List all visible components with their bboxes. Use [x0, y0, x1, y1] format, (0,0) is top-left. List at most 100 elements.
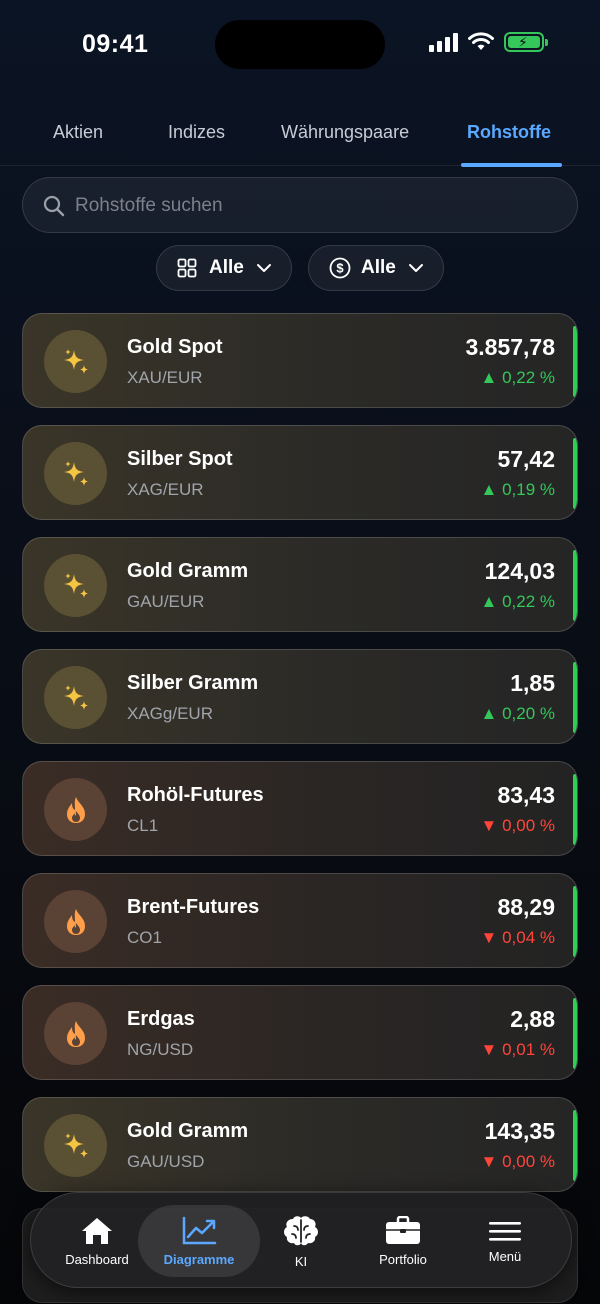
tab-waehrungspaare[interactable]: Währungspaare	[281, 122, 409, 143]
sparkle-icon	[63, 460, 88, 486]
commodity-change: ▼ 0,00 %	[480, 1152, 555, 1171]
search-input[interactable]	[75, 192, 555, 220]
commodity-symbol: GAU/EUR	[127, 592, 205, 611]
commodity-symbol: CL1	[127, 816, 159, 835]
commodity-symbol: GAU/USD	[127, 1152, 205, 1171]
commodity-card[interactable]: Gold Gramm GAU/USD 143,35 ▼ 0,00 %	[22, 1097, 578, 1192]
commodity-price: 57,42	[497, 446, 555, 472]
commodity-icon-circle	[44, 330, 107, 393]
commodity-change: ▲ 0,20 %	[480, 704, 555, 723]
currency-filter-dropdown[interactable]: $ Alle	[308, 245, 444, 291]
search-icon	[43, 195, 65, 217]
commodity-name: Rohöl-Futures	[127, 784, 264, 806]
nav-menue[interactable]: Menü	[465, 1193, 545, 1289]
chevron-down-icon	[256, 264, 271, 272]
commodity-icon-circle	[44, 890, 107, 953]
dollar-circle-icon: $	[329, 257, 351, 279]
trend-edge-indicator	[573, 886, 577, 957]
commodity-change: ▲ 0,22 %	[480, 592, 555, 611]
commodity-symbol: XAGg/EUR	[127, 704, 213, 723]
commodity-name: Gold Gramm	[127, 1120, 249, 1142]
commodity-symbol: XAU/EUR	[127, 368, 203, 387]
trend-edge-indicator	[573, 998, 577, 1069]
commodity-card[interactable]: Gold Gramm GAU/EUR 124,03 ▲ 0,22 %	[22, 537, 578, 632]
flame-icon	[66, 1020, 85, 1047]
category-filter-dropdown[interactable]: Alle	[156, 245, 292, 291]
commodity-icon-circle	[44, 1114, 107, 1177]
commodity-change: ▼ 0,04 %	[480, 928, 555, 947]
commodity-icon-circle	[44, 442, 107, 505]
commodity-name: Silber Spot	[127, 448, 233, 470]
trend-edge-indicator	[573, 662, 577, 733]
commodity-name: Erdgas	[127, 1008, 195, 1030]
tab-aktien[interactable]: Aktien	[53, 122, 103, 143]
home-icon	[82, 1217, 112, 1244]
commodity-card[interactable]: Rohöl-Futures CL1 83,43 ▼ 0,00 %	[22, 761, 578, 856]
trend-edge-indicator	[573, 550, 577, 621]
nav-dashboard[interactable]: Dashboard	[45, 1193, 149, 1289]
svg-text:$: $	[336, 261, 344, 276]
commodity-name: Brent-Futures	[127, 896, 260, 918]
status-time: 09:41	[82, 30, 149, 58]
commodity-name: Gold Gramm	[127, 560, 249, 582]
search-bar[interactable]	[22, 177, 578, 233]
commodity-symbol: NG/USD	[127, 1040, 194, 1059]
nav-label: KI	[294, 1253, 308, 1269]
category-tabs: Aktien Indizes Währungspaare Rohstoffe	[0, 108, 600, 167]
flame-icon	[66, 796, 85, 823]
commodity-change: ▼ 0,00 %	[480, 816, 555, 835]
trend-edge-indicator	[573, 438, 577, 509]
commodity-icon-circle	[44, 666, 107, 729]
commodity-change: ▲ 0,22 %	[480, 368, 555, 387]
menu-icon	[489, 1221, 521, 1241]
trend-edge-indicator	[573, 1110, 577, 1181]
commodity-change: ▼ 0,01 %	[480, 1040, 555, 1059]
active-tab-indicator	[461, 163, 562, 167]
trend-edge-indicator	[573, 774, 577, 845]
status-icons: ⚡	[429, 32, 548, 52]
tab-rohstoffe[interactable]: Rohstoffe	[467, 122, 551, 143]
flame-icon	[66, 908, 85, 935]
category-filter-label: Alle	[209, 257, 244, 278]
sparkle-icon	[63, 572, 88, 598]
sparkle-icon	[63, 348, 88, 374]
commodity-card[interactable]: Brent-Futures CO1 88,29 ▼ 0,04 %	[22, 873, 578, 968]
nav-label: Menü	[488, 1248, 522, 1264]
commodity-name: Gold Spot	[127, 336, 223, 358]
commodity-price: 124,03	[484, 558, 555, 584]
commodity-card[interactable]: Erdgas NG/USD 2,88 ▼ 0,01 %	[22, 985, 578, 1080]
commodity-card[interactable]: Gold Spot XAU/EUR 3.857,78 ▲ 0,22 %	[22, 313, 578, 408]
commodity-price: 83,43	[497, 782, 555, 808]
commodity-price: 88,29	[497, 894, 555, 920]
commodity-icon-circle	[44, 554, 107, 617]
commodity-symbol: CO1	[127, 928, 162, 947]
bottom-navigation: Dashboard Diagramme KI Portfolio Menü	[30, 1192, 572, 1288]
nav-diagramme[interactable]: Diagramme	[138, 1205, 260, 1277]
cellular-signal-icon	[429, 32, 458, 52]
briefcase-icon	[386, 1215, 420, 1244]
nav-portfolio[interactable]: Portfolio	[357, 1193, 449, 1289]
nav-ki[interactable]: KI	[261, 1193, 341, 1289]
commodity-symbol: XAG/EUR	[127, 480, 204, 499]
dynamic-island	[215, 20, 385, 69]
commodity-price: 1,85	[510, 670, 555, 696]
commodity-icon-circle	[44, 778, 107, 841]
battery-icon: ⚡	[504, 32, 548, 52]
nav-label: Portfolio	[379, 1251, 427, 1267]
nav-label: Diagramme	[163, 1251, 235, 1267]
tab-indizes[interactable]: Indizes	[168, 122, 225, 143]
commodity-icon-circle	[44, 1002, 107, 1065]
currency-filter-label: Alle	[361, 257, 396, 278]
commodity-price: 3.857,78	[465, 334, 555, 360]
chart-icon	[182, 1216, 217, 1244]
commodity-price: 143,35	[484, 1118, 555, 1144]
grid-icon	[177, 258, 197, 278]
commodity-name: Silber Gramm	[127, 672, 259, 694]
sparkle-icon	[63, 1132, 88, 1158]
brain-icon	[284, 1215, 318, 1245]
status-bar: 09:41 ⚡	[0, 0, 600, 90]
commodity-card[interactable]: Silber Gramm XAGg/EUR 1,85 ▲ 0,20 %	[22, 649, 578, 744]
commodity-card[interactable]: Silber Spot XAG/EUR 57,42 ▲ 0,19 %	[22, 425, 578, 520]
commodity-price: 2,88	[510, 1006, 555, 1032]
wifi-icon	[468, 32, 494, 50]
